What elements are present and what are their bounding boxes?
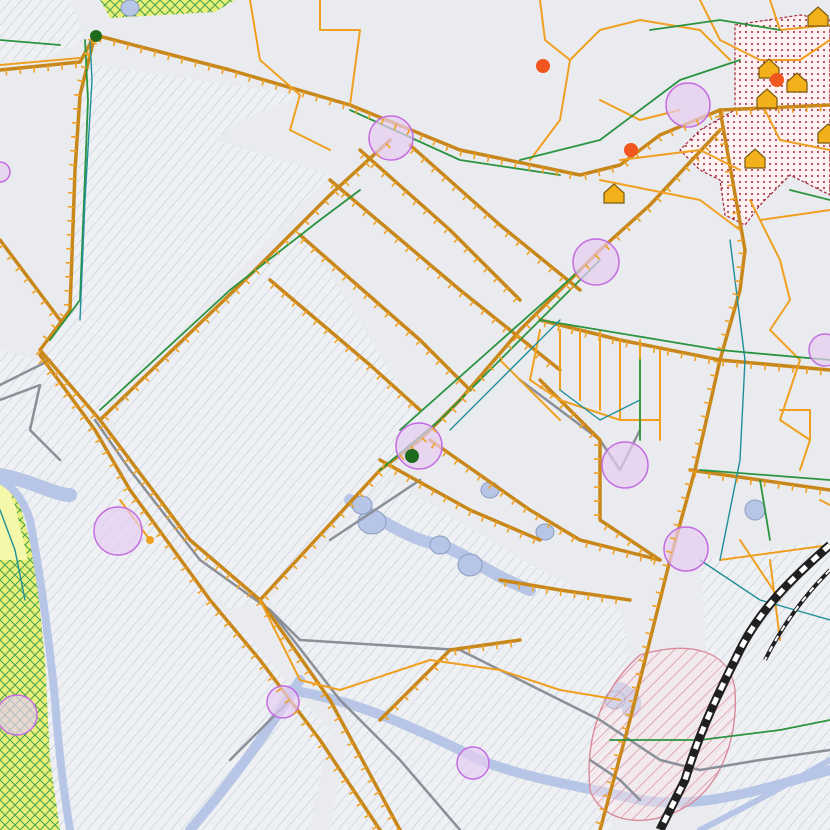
pipe-tick — [777, 365, 781, 372]
pipe-tick — [509, 641, 513, 648]
pipe-tick — [722, 156, 729, 160]
orange-point-marker[interactable] — [146, 536, 154, 544]
pipe-tick — [734, 225, 741, 229]
pipe-tick — [517, 583, 521, 590]
pipe-tick — [729, 197, 736, 201]
pipe-tick — [722, 474, 725, 481]
pipe-tick — [719, 142, 727, 146]
pipe-tick — [736, 361, 739, 368]
pipe-tick — [5, 69, 8, 76]
pipe-tick — [545, 587, 549, 594]
pipe-tick — [694, 470, 697, 477]
pipe-tick — [504, 580, 507, 588]
pipe-tick — [573, 592, 576, 599]
pipe-tick — [468, 647, 471, 654]
red-point-marker[interactable] — [536, 59, 550, 73]
map-viewport[interactable] — [0, 0, 830, 830]
pipe-tick — [791, 366, 795, 373]
pipe-tick — [736, 266, 743, 269]
pipe-tick — [60, 63, 64, 70]
pipe-tick — [601, 595, 604, 603]
pipe-tick — [732, 211, 739, 215]
pipe-tick — [559, 590, 562, 597]
red-point-marker[interactable] — [624, 143, 638, 157]
pipe-tick — [587, 594, 590, 601]
pipe-tick — [735, 476, 739, 483]
pipe-tick — [495, 643, 499, 650]
map-canvas[interactable] — [0, 0, 830, 830]
buffer-zone-circle[interactable] — [93, 506, 143, 556]
pipe-tick — [749, 478, 753, 485]
pipe-tick — [819, 369, 822, 376]
green-point-marker[interactable] — [405, 449, 419, 463]
pipe-tick — [454, 649, 457, 656]
buffer-zone-circle[interactable] — [665, 82, 711, 128]
pipe-tick — [708, 472, 711, 479]
pipe-tick — [19, 67, 22, 75]
pipe-tick — [750, 362, 753, 369]
buffer-zone-circle[interactable] — [601, 441, 649, 489]
pipe-tick — [791, 484, 794, 491]
pipe-tick — [805, 486, 808, 493]
pipe-tick — [738, 252, 745, 255]
pipe-tick — [724, 170, 732, 173]
pipe-tick — [727, 184, 734, 187]
pipe-tick — [735, 280, 742, 283]
pipe-tick — [715, 115, 722, 118]
pipe-tick — [805, 367, 808, 374]
buffer-zone-circle[interactable] — [456, 746, 490, 780]
buffer-zone-circle[interactable] — [0, 694, 38, 736]
pipe-tick — [46, 65, 50, 72]
pipe-tick — [717, 128, 724, 132]
pipe-tick — [481, 645, 485, 652]
pipe-tick — [722, 360, 725, 367]
pipe-tick — [737, 239, 744, 242]
pipe-tick — [33, 66, 36, 73]
pipe-tick — [763, 480, 767, 487]
red-point-marker[interactable] — [770, 73, 784, 87]
green-point-marker[interactable] — [90, 30, 102, 42]
pipe-tick — [74, 62, 78, 69]
pipe-tick — [531, 585, 535, 592]
pipe-tick — [764, 364, 767, 371]
pipe-tick — [819, 488, 822, 495]
buffer-zone-circle[interactable] — [663, 526, 709, 572]
pipe-tick — [777, 482, 780, 489]
pipe-tick — [614, 597, 618, 605]
